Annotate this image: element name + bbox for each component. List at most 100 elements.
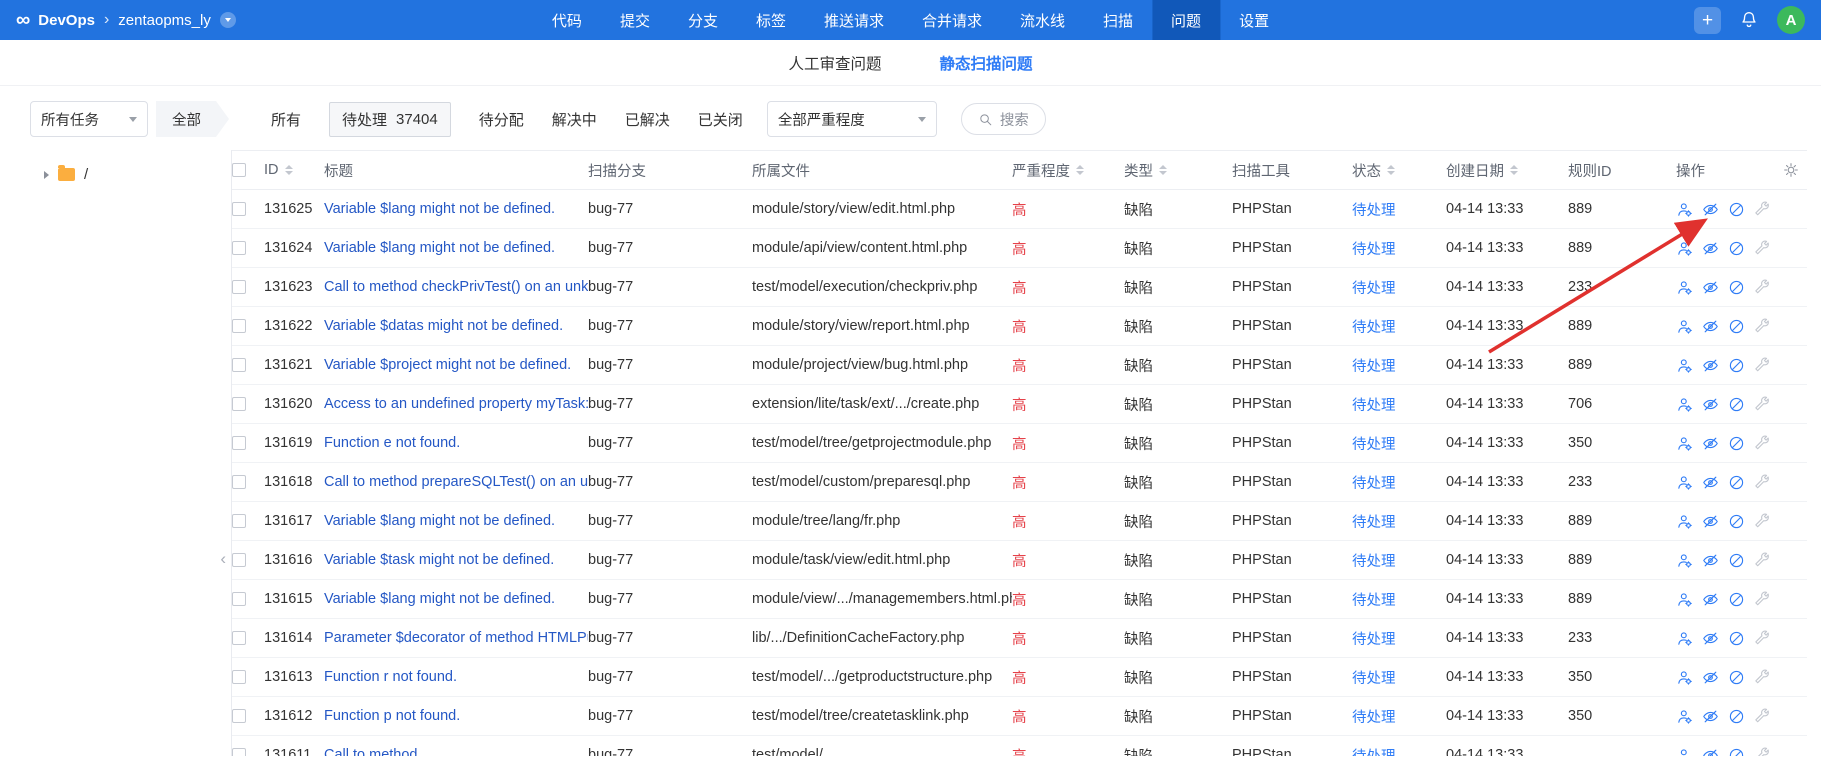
sort-icon[interactable] — [285, 165, 293, 175]
eye-off-icon[interactable] — [1702, 279, 1719, 296]
eye-off-icon[interactable] — [1702, 591, 1719, 608]
sidebar-collapse-handle[interactable]: ‹ — [220, 550, 226, 567]
row-checkbox[interactable] — [232, 475, 246, 489]
assign-icon[interactable] — [1676, 240, 1693, 257]
assign-icon[interactable] — [1676, 279, 1693, 296]
status-tab[interactable]: 待分配 — [479, 109, 524, 130]
topnav-item[interactable]: 问题 — [1152, 0, 1220, 40]
page-tab[interactable]: 人工审查问题 — [788, 52, 881, 74]
row-checkbox[interactable] — [232, 397, 246, 411]
assign-icon[interactable] — [1676, 435, 1693, 452]
eye-off-icon[interactable] — [1702, 201, 1719, 218]
issue-title-link[interactable]: Variable $datas might not be defined. — [324, 318, 588, 334]
row-checkbox[interactable] — [232, 358, 246, 372]
row-checkbox[interactable] — [232, 592, 246, 606]
row-checkbox[interactable] — [232, 553, 246, 567]
status-tab[interactable]: 所有 — [271, 109, 301, 130]
row-checkbox[interactable] — [232, 280, 246, 294]
assign-icon[interactable] — [1676, 474, 1693, 491]
ban-icon[interactable] — [1728, 591, 1745, 608]
assign-icon[interactable] — [1676, 708, 1693, 725]
bell-icon[interactable] — [1739, 10, 1759, 30]
row-checkbox[interactable] — [232, 202, 246, 216]
status-tab[interactable]: 待处理37404 — [329, 102, 451, 137]
row-checkbox[interactable] — [232, 514, 246, 528]
ban-icon[interactable] — [1728, 747, 1745, 757]
topnav-item[interactable]: 提交 — [601, 0, 669, 40]
ban-icon[interactable] — [1728, 669, 1745, 686]
column-header[interactable]: 状态 — [1352, 160, 1446, 181]
ban-icon[interactable] — [1728, 708, 1745, 725]
column-header[interactable]: ID — [264, 162, 324, 178]
issue-title-link[interactable]: Variable $project might not be defined. — [324, 357, 588, 373]
issue-title-link[interactable]: Variable $lang might not be defined. — [324, 513, 588, 529]
row-checkbox[interactable] — [232, 709, 246, 723]
assign-icon[interactable] — [1676, 669, 1693, 686]
status-tab[interactable]: 已关闭 — [698, 109, 743, 130]
issue-title-link[interactable]: Parameter $decorator of method HTMLPu — [324, 630, 588, 646]
issue-title-link[interactable]: Function e not found. — [324, 435, 588, 451]
eye-off-icon[interactable] — [1702, 240, 1719, 257]
issue-title-link[interactable]: Variable $lang might not be defined. — [324, 240, 588, 256]
task-select[interactable]: 所有任务 — [30, 101, 148, 137]
assign-icon[interactable] — [1676, 201, 1693, 218]
topnav-item[interactable]: 分支 — [669, 0, 737, 40]
eye-off-icon[interactable] — [1702, 474, 1719, 491]
column-header[interactable]: 严重程度 — [1012, 160, 1124, 181]
topnav-item[interactable]: 推送请求 — [805, 0, 903, 40]
row-checkbox[interactable] — [232, 241, 246, 255]
topnav-item[interactable]: 代码 — [533, 0, 601, 40]
eye-off-icon[interactable] — [1702, 357, 1719, 374]
table-settings-button[interactable] — [1779, 162, 1807, 178]
topnav-item[interactable]: 扫描 — [1084, 0, 1152, 40]
page-tab[interactable]: 静态扫描问题 — [940, 52, 1033, 74]
topnav-item[interactable]: 流水线 — [1001, 0, 1084, 40]
ban-icon[interactable] — [1728, 201, 1745, 218]
issue-title-link[interactable]: Function r not found. — [324, 669, 588, 685]
row-checkbox[interactable] — [232, 631, 246, 645]
eye-off-icon[interactable] — [1702, 318, 1719, 335]
ban-icon[interactable] — [1728, 513, 1745, 530]
eye-off-icon[interactable] — [1702, 630, 1719, 647]
scope-tag[interactable]: 全部 — [156, 101, 229, 137]
eye-off-icon[interactable] — [1702, 747, 1719, 757]
issue-title-link[interactable]: Call to method ... — [324, 747, 588, 756]
severity-select[interactable]: 全部严重程度 — [767, 101, 937, 137]
eye-off-icon[interactable] — [1702, 552, 1719, 569]
ban-icon[interactable] — [1728, 630, 1745, 647]
ban-icon[interactable] — [1728, 552, 1745, 569]
assign-icon[interactable] — [1676, 591, 1693, 608]
issue-title-link[interactable]: Access to an undefined property myTask: — [324, 396, 588, 412]
row-checkbox[interactable] — [232, 436, 246, 450]
eye-off-icon[interactable] — [1702, 396, 1719, 413]
assign-icon[interactable] — [1676, 552, 1693, 569]
sort-icon[interactable] — [1510, 165, 1518, 175]
eye-off-icon[interactable] — [1702, 435, 1719, 452]
search-button[interactable]: 搜索 — [961, 103, 1046, 135]
sort-icon[interactable] — [1387, 165, 1395, 175]
select-all-checkbox[interactable] — [232, 163, 246, 177]
assign-icon[interactable] — [1676, 318, 1693, 335]
tree-item-root[interactable]: / — [44, 166, 231, 183]
eye-off-icon[interactable] — [1702, 669, 1719, 686]
ban-icon[interactable] — [1728, 357, 1745, 374]
sort-icon[interactable] — [1159, 165, 1167, 175]
status-tab[interactable]: 解决中 — [552, 109, 597, 130]
ban-icon[interactable] — [1728, 435, 1745, 452]
issue-title-link[interactable]: Variable $lang might not be defined. — [324, 591, 588, 607]
issue-title-link[interactable]: Variable $task might not be defined. — [324, 552, 588, 568]
assign-icon[interactable] — [1676, 513, 1693, 530]
sort-icon[interactable] — [1076, 165, 1084, 175]
ban-icon[interactable] — [1728, 396, 1745, 413]
eye-off-icon[interactable] — [1702, 513, 1719, 530]
column-header[interactable]: 创建日期 — [1446, 160, 1568, 181]
assign-icon[interactable] — [1676, 396, 1693, 413]
avatar[interactable]: A — [1777, 6, 1805, 34]
issue-title-link[interactable]: Variable $lang might not be defined. — [324, 201, 588, 217]
create-button[interactable]: + — [1694, 7, 1721, 34]
issue-title-link[interactable]: Call to method checkPrivTest() on an unk — [324, 279, 588, 295]
status-tab[interactable]: 已解决 — [625, 109, 670, 130]
assign-icon[interactable] — [1676, 357, 1693, 374]
row-checkbox[interactable] — [232, 670, 246, 684]
project-name[interactable]: zentaopms_ly — [118, 12, 211, 29]
